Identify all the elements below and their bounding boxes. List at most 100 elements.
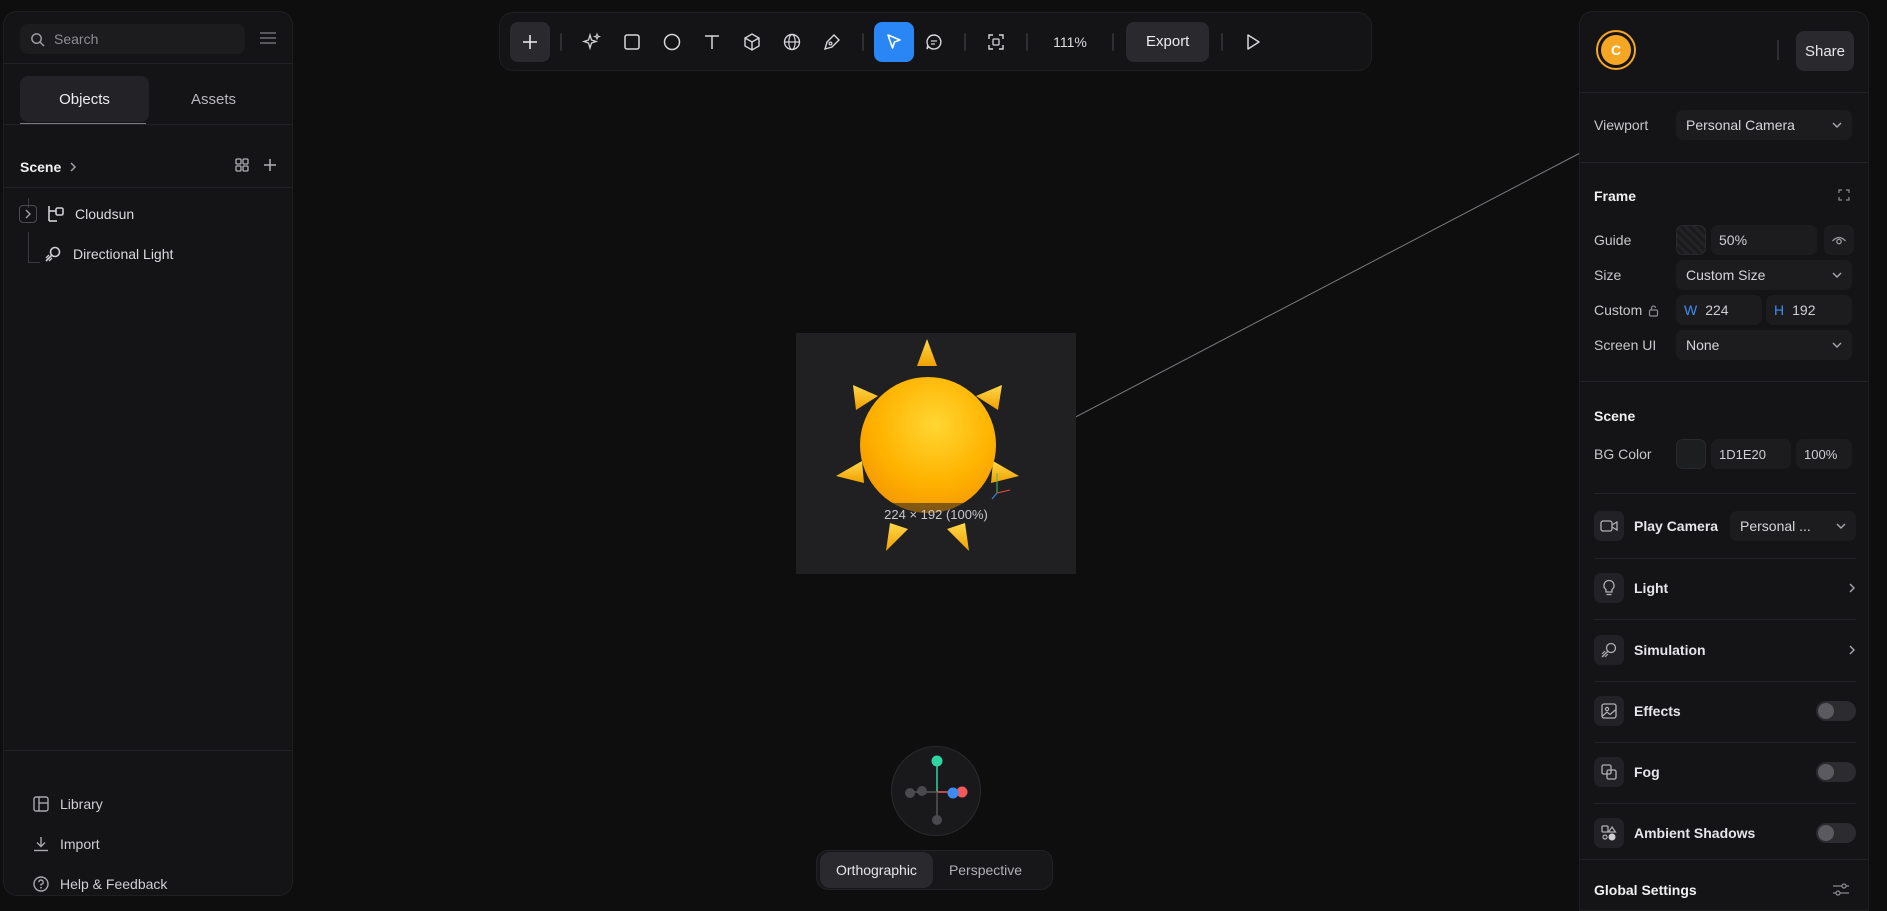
import-link[interactable]: Import — [32, 824, 167, 864]
guide-label: Guide — [1594, 232, 1632, 248]
divider — [4, 124, 292, 125]
tab-objects[interactable]: Objects — [20, 76, 149, 122]
video-camera-icon — [1594, 511, 1624, 541]
help-feedback-link[interactable]: Help & Feedback — [32, 864, 167, 904]
search-icon — [31, 32, 45, 46]
tree-item-label: Cloudsun — [75, 206, 135, 222]
ai-generate-button[interactable] — [572, 22, 612, 62]
fog-toggle[interactable] — [1816, 762, 1856, 782]
scene-header[interactable]: Scene — [20, 155, 278, 179]
expand-frame-icon[interactable] — [1838, 188, 1850, 206]
cube-icon — [744, 32, 760, 51]
play-button[interactable] — [1233, 22, 1273, 62]
width-input[interactable]: W 224 — [1676, 295, 1762, 325]
tree-item-directional-light[interactable]: Directional Light — [43, 241, 173, 267]
sidebar-tabs: Objects Assets — [20, 76, 278, 122]
screen-ui-select[interactable]: None — [1676, 330, 1852, 360]
group-icon — [45, 204, 65, 224]
comment-icon — [926, 33, 942, 50]
add-button[interactable] — [510, 21, 550, 62]
divider — [4, 750, 292, 751]
zoom-level[interactable]: 111% — [1038, 34, 1102, 50]
viewport-select[interactable]: Personal Camera — [1676, 110, 1852, 140]
size-select[interactable]: Custom Size — [1676, 260, 1852, 290]
search-placeholder: Search — [54, 31, 99, 47]
viewport-label: Viewport — [1594, 117, 1649, 133]
share-button[interactable]: Share — [1796, 31, 1854, 71]
chevron-down-icon — [1832, 342, 1842, 348]
fog-icon — [1594, 757, 1624, 787]
plus-icon — [523, 34, 537, 49]
user-avatar[interactable]: C — [1596, 30, 1636, 70]
add-object-icon[interactable] — [262, 157, 278, 178]
simulation-icon — [1594, 635, 1624, 665]
global-settings-title[interactable]: Global Settings — [1594, 882, 1697, 898]
import-icon — [34, 837, 48, 852]
bg-color-row: BG Color 1D1E20 100% — [1594, 439, 1856, 469]
width-value: 224 — [1705, 302, 1729, 318]
size-label: Size — [1594, 267, 1622, 283]
scene-section-title: Scene — [1594, 408, 1636, 424]
play-camera-select[interactable]: Personal ... — [1730, 511, 1856, 541]
text-tool[interactable] — [692, 22, 732, 62]
guide-swatch[interactable] — [1676, 225, 1706, 255]
guide-visibility-button[interactable] — [1824, 225, 1854, 255]
lock-icon[interactable] — [1648, 304, 1659, 317]
effects-toggle[interactable] — [1816, 701, 1856, 721]
sparkles-icon — [582, 31, 602, 50]
scene-frame[interactable]: 224 × 192 (100%) — [796, 333, 1076, 574]
export-button[interactable]: Export — [1126, 21, 1210, 62]
cube-tool[interactable] — [732, 22, 772, 62]
size-value: Custom Size — [1686, 267, 1766, 283]
sliders-icon[interactable] — [1832, 882, 1850, 903]
fog-row: Fog — [1594, 752, 1856, 792]
guide-opacity-input[interactable]: 50% — [1711, 225, 1817, 255]
light-row[interactable]: Light — [1594, 568, 1856, 608]
orientation-gizmo[interactable] — [891, 746, 981, 836]
lightbulb-icon — [1594, 573, 1624, 603]
chevron-down-icon — [1836, 523, 1846, 529]
bg-color-swatch[interactable] — [1676, 439, 1706, 469]
directional-light-icon — [43, 244, 63, 264]
rectangle-tool[interactable] — [612, 22, 652, 62]
pen-tool[interactable] — [812, 22, 852, 62]
fit-frame-button[interactable] — [976, 22, 1016, 62]
sphere-tool[interactable] — [772, 22, 812, 62]
ambient-shadows-toggle[interactable] — [1816, 823, 1856, 843]
select-tool[interactable] — [874, 21, 914, 62]
sidebar-footer-links: Library Import Help & Feedback — [32, 784, 167, 904]
inspector-panel: C Share Viewport Personal Camera Frame G… — [1579, 11, 1869, 911]
search-input[interactable]: Search — [20, 24, 245, 54]
import-label: Import — [60, 836, 100, 852]
height-input[interactable]: H 192 — [1766, 295, 1852, 325]
ellipse-tool[interactable] — [652, 22, 692, 62]
grid-view-icon[interactable] — [234, 157, 250, 178]
guide-row: Guide 50% — [1594, 225, 1856, 255]
hamburger-menu-icon[interactable] — [259, 31, 277, 50]
custom-label: Custom — [1594, 302, 1643, 318]
play-icon — [1247, 33, 1261, 50]
avatar-initial: C — [1601, 35, 1631, 65]
cloudsun-object[interactable] — [796, 333, 1076, 574]
effects-label: Effects — [1634, 703, 1681, 719]
play-camera-row: Play Camera Personal ... — [1594, 506, 1856, 546]
perspective-option[interactable]: Perspective — [933, 852, 1038, 888]
shapes-shadow-icon — [1594, 818, 1624, 848]
library-label: Library — [60, 796, 103, 812]
library-icon — [33, 796, 49, 812]
frame-fit-icon — [988, 33, 1004, 50]
tab-assets[interactable]: Assets — [149, 76, 278, 122]
orthographic-option[interactable]: Orthographic — [820, 852, 933, 888]
comment-tool[interactable] — [914, 22, 954, 62]
bg-color-hex-input[interactable]: 1D1E20 — [1711, 439, 1791, 469]
rectangle-icon — [624, 33, 640, 50]
chevron-right-icon[interactable] — [69, 159, 77, 175]
simulation-row[interactable]: Simulation — [1594, 630, 1856, 670]
library-link[interactable]: Library — [32, 784, 167, 824]
text-icon — [705, 34, 719, 49]
expand-icon[interactable] — [19, 205, 37, 223]
chevron-right-icon — [1849, 645, 1855, 655]
bg-opacity-input[interactable]: 100% — [1796, 439, 1852, 469]
tree-item-cloudsun[interactable]: Cloudsun — [19, 201, 134, 227]
chevron-down-icon — [1832, 272, 1842, 278]
